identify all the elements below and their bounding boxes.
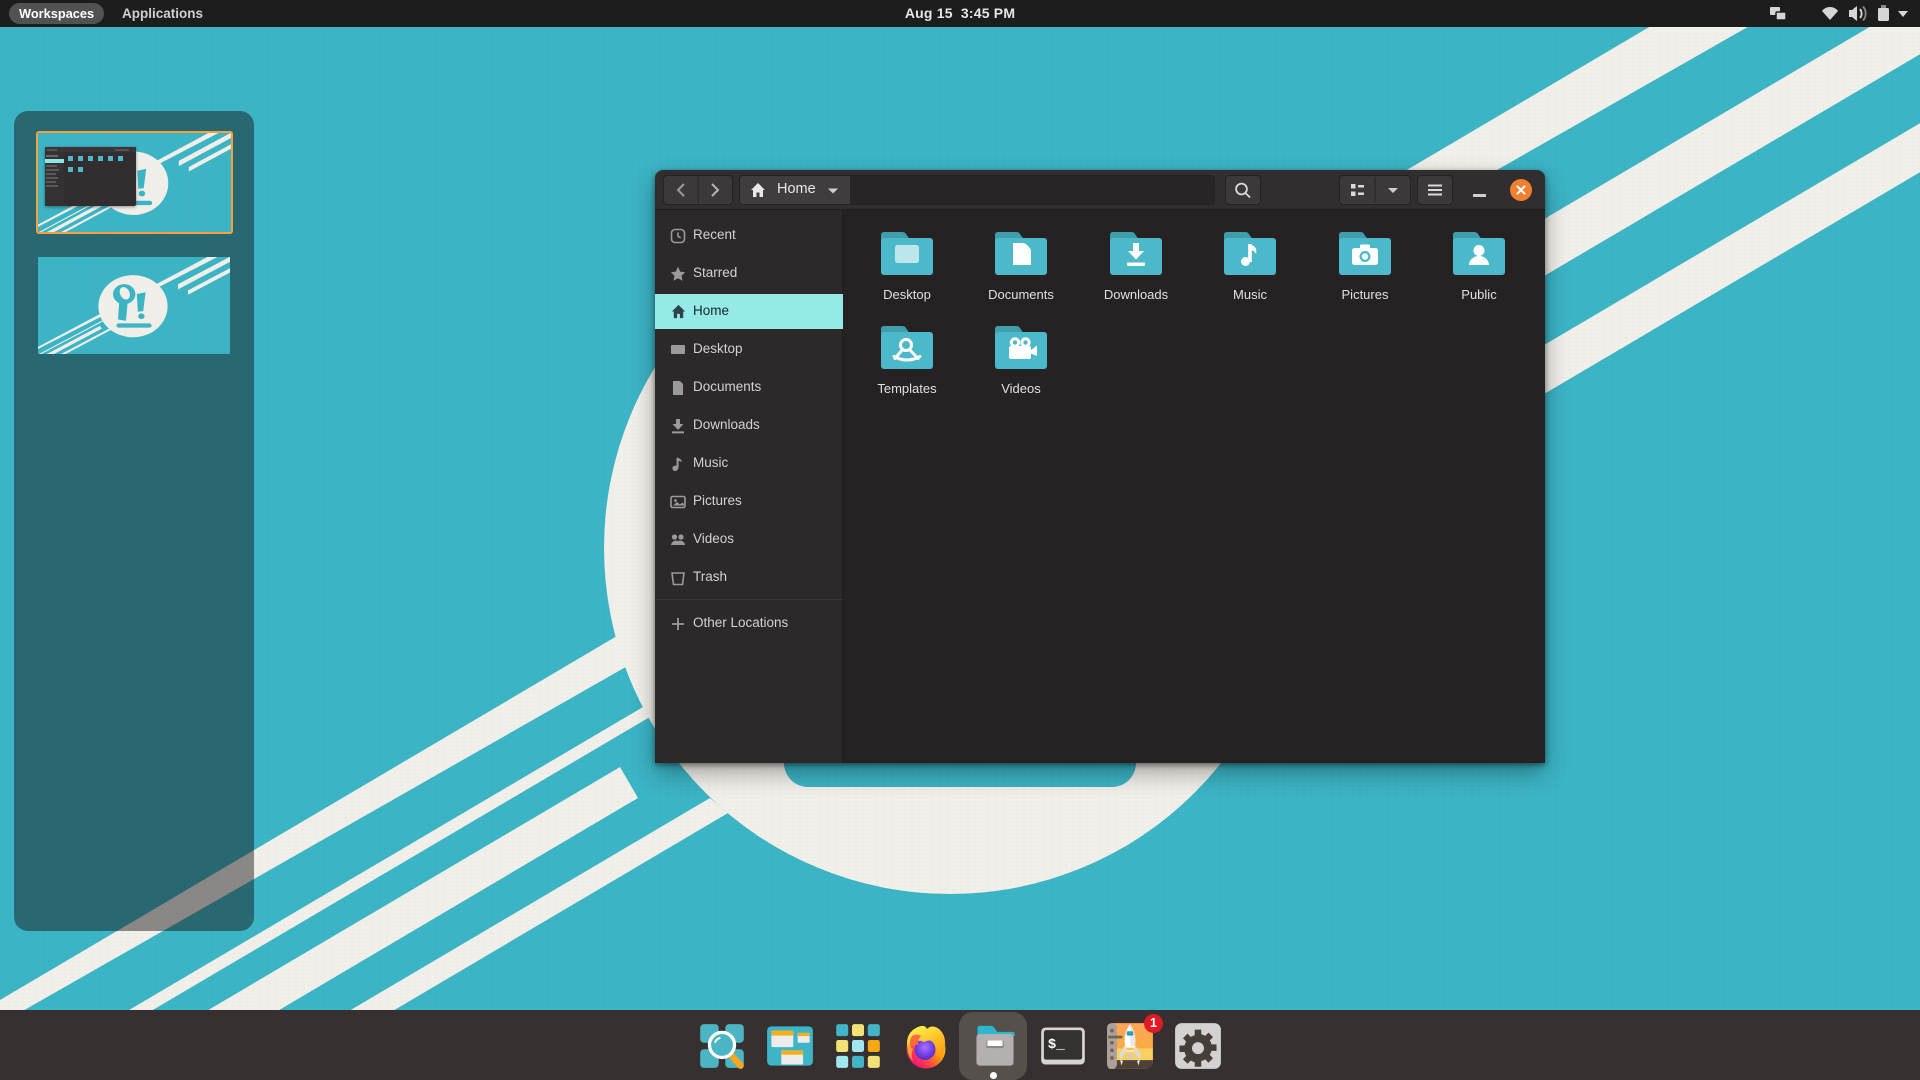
svg-text:$_: $_ [1048,1037,1066,1053]
